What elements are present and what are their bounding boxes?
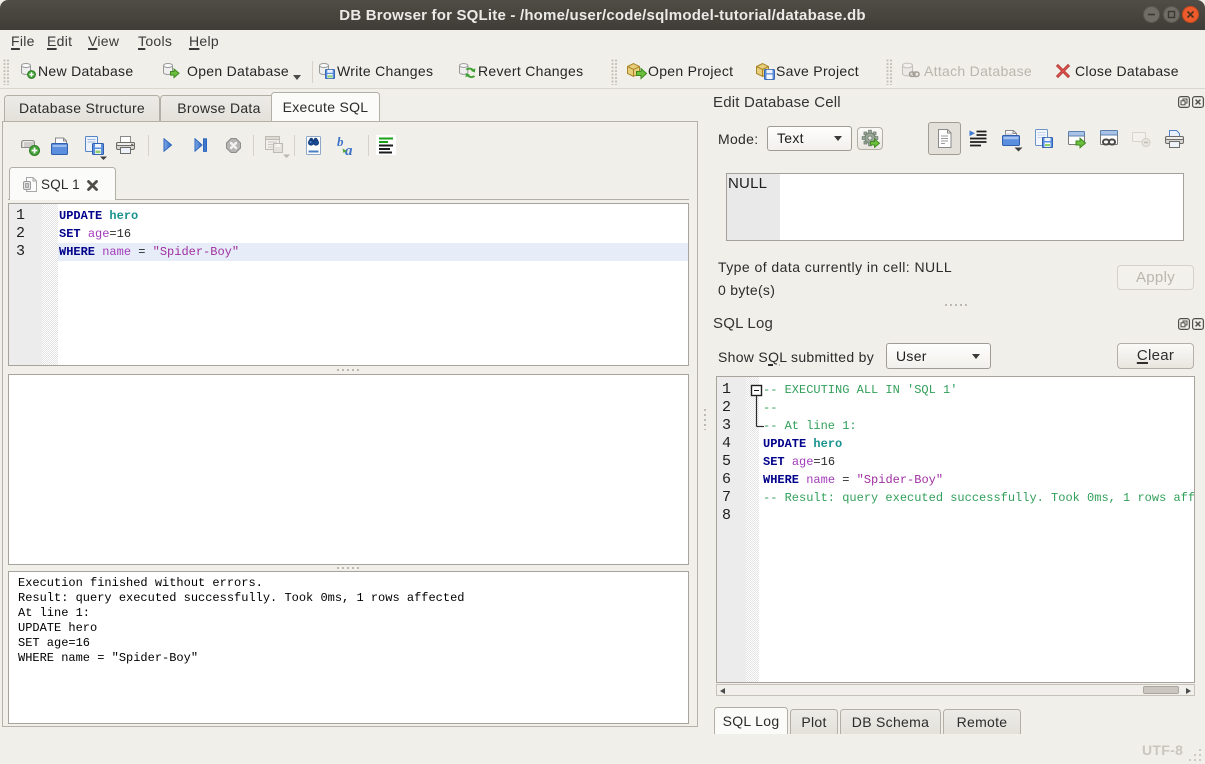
svg-text:b: b [337, 134, 344, 149]
svg-text:a: a [345, 143, 353, 157]
